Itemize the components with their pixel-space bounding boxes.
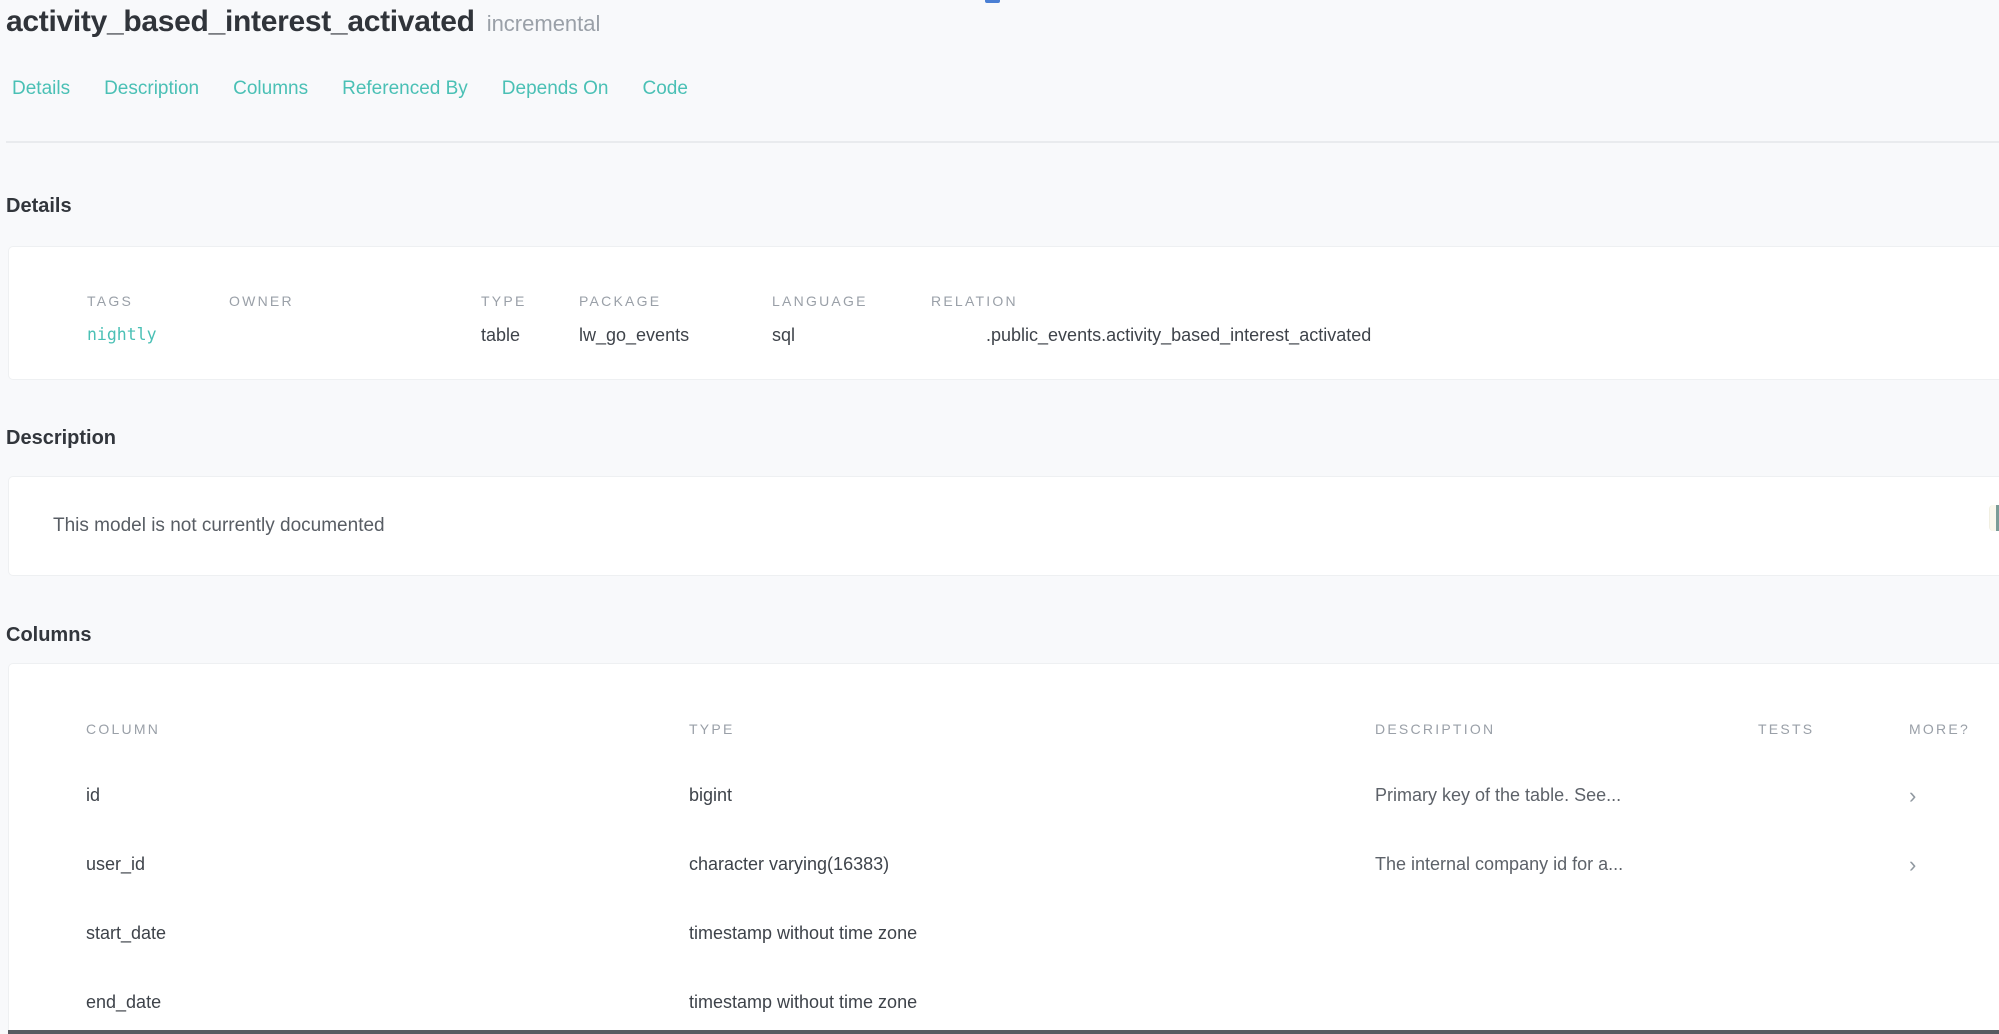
description-card: This model is not currently documented	[8, 476, 1999, 576]
cell-column-name: end_date	[86, 992, 689, 1013]
tab-columns[interactable]: Columns	[233, 77, 308, 101]
tab-referenced-by[interactable]: Referenced By	[342, 77, 468, 101]
field-language: LANGUAGE sql	[772, 293, 931, 347]
tab-details[interactable]: Details	[12, 77, 70, 101]
field-label-relation: RELATION	[931, 293, 1979, 309]
cell-column-name: user_id	[86, 854, 689, 875]
tab-description[interactable]: Description	[104, 77, 199, 101]
viewport-bottom-edge	[8, 1030, 1999, 1034]
table-row-user-id[interactable]: user_id character varying(16383) The int…	[86, 830, 1999, 899]
field-value-package: lw_go_events	[579, 323, 772, 347]
table-row-id[interactable]: id bigint Primary key of the table. See.…	[86, 761, 1999, 830]
field-tags: TAGS nightly	[87, 293, 229, 347]
field-value-language: sql	[772, 323, 931, 347]
expand-chevron-icon[interactable]: ›	[1889, 855, 1999, 875]
page-title: activity_based_interest_activated	[6, 5, 475, 39]
cell-column-name: id	[86, 785, 689, 806]
cell-column-description: Primary key of the table. See...	[1375, 785, 1758, 806]
columns-card: COLUMN TYPE DESCRIPTION TESTS MORE? id b…	[8, 663, 1999, 1032]
tab-depends-on[interactable]: Depends On	[502, 77, 609, 101]
field-type: TYPE table	[481, 293, 579, 347]
details-section-heading: Details	[6, 194, 1999, 218]
cell-column-type: bigint	[689, 785, 1375, 806]
edit-widget-partial[interactable]	[1989, 505, 1999, 531]
tab-code[interactable]: Code	[642, 77, 687, 101]
field-value-relation: .public_events.activity_based_interest_a…	[931, 323, 1979, 347]
description-text: This model is not currently documented	[53, 515, 385, 537]
column-header-tests: TESTS	[1758, 721, 1889, 737]
materialization-badge: incremental	[487, 11, 601, 37]
cell-column-type: timestamp without time zone	[689, 992, 1375, 1013]
columns-table-header: COLUMN TYPE DESCRIPTION TESTS MORE?	[86, 721, 1999, 737]
column-header-column: COLUMN	[86, 721, 689, 737]
table-row-start-date[interactable]: start_date timestamp without time zone	[86, 899, 1999, 968]
field-label-package: PACKAGE	[579, 293, 772, 309]
cell-column-type: character varying(16383)	[689, 854, 1375, 875]
details-fields: TAGS nightly OWNER TYPE table PACKAGE lw…	[87, 293, 1979, 347]
page-header: activity_based_interest_activated increm…	[0, 0, 1999, 143]
description-section-heading: Description	[6, 426, 1999, 450]
cell-column-description: The internal company id for a...	[1375, 854, 1758, 875]
table-row-end-date[interactable]: end_date timestamp without time zone	[86, 968, 1999, 1034]
field-label-tags: TAGS	[87, 293, 229, 309]
field-owner: OWNER	[229, 293, 481, 347]
columns-section-heading: Columns	[6, 623, 1999, 647]
columns-table-body: id bigint Primary key of the table. See.…	[86, 761, 1999, 1034]
top-edge-artifact	[985, 0, 1000, 3]
field-value-type: table	[481, 323, 579, 347]
cell-column-name: start_date	[86, 923, 689, 944]
field-label-owner: OWNER	[229, 293, 481, 309]
section-tabs: Details Description Columns Referenced B…	[12, 77, 1999, 101]
field-package: PACKAGE lw_go_events	[579, 293, 772, 347]
column-header-type: TYPE	[689, 721, 1375, 737]
model-docs-page: activity_based_interest_activated increm…	[0, 0, 1999, 1034]
field-label-language: LANGUAGE	[772, 293, 931, 309]
title-line: activity_based_interest_activated increm…	[6, 5, 1999, 39]
expand-chevron-icon[interactable]: ›	[1889, 786, 1999, 806]
field-relation: RELATION .public_events.activity_based_i…	[931, 293, 1979, 347]
column-header-more: MORE?	[1889, 721, 1999, 737]
cell-column-type: timestamp without time zone	[689, 923, 1375, 944]
field-label-type: TYPE	[481, 293, 579, 309]
tag-link-nightly[interactable]: nightly	[87, 323, 229, 347]
details-card: TAGS nightly OWNER TYPE table PACKAGE lw…	[8, 246, 1999, 380]
header-divider	[6, 141, 1999, 143]
column-header-description: DESCRIPTION	[1375, 721, 1758, 737]
